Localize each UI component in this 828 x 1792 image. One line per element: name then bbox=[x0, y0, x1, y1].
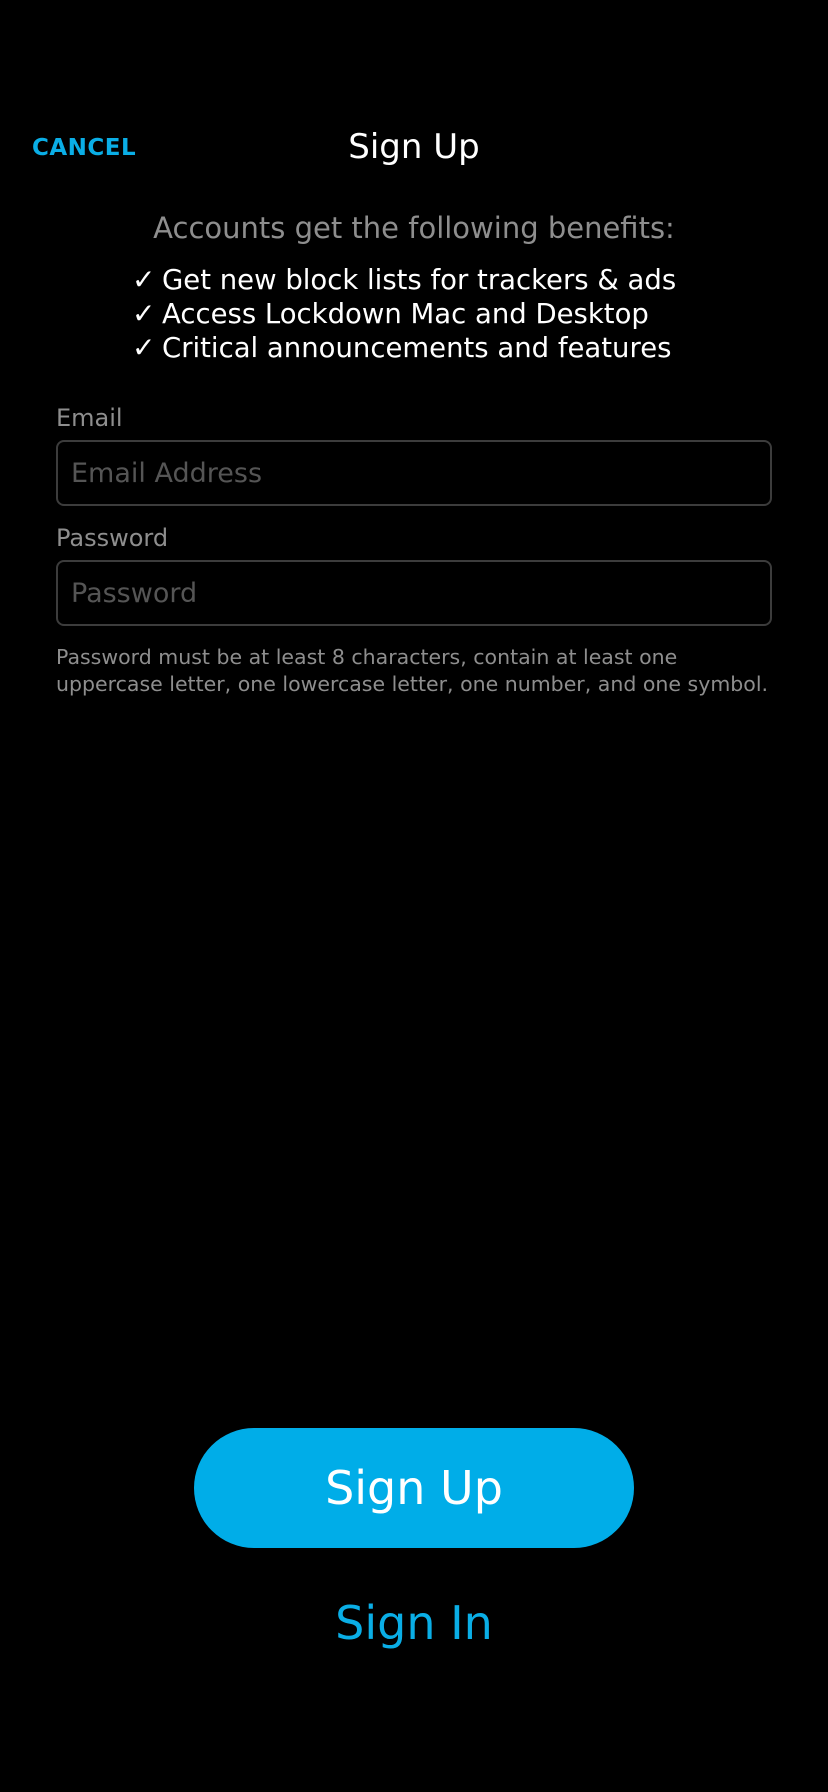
password-field[interactable] bbox=[58, 562, 770, 624]
password-label: Password bbox=[56, 524, 169, 552]
benefit-label: Get new block lists for trackers & ads bbox=[162, 264, 677, 296]
checkmark-icon: ✓ bbox=[132, 297, 156, 330]
password-hint: Password must be at least 8 characters, … bbox=[56, 645, 769, 696]
password-field-box bbox=[56, 560, 772, 626]
email-field[interactable] bbox=[58, 442, 770, 504]
benefits-list: ✓ Get new block lists for trackers & ads… bbox=[132, 263, 676, 365]
benefit-label: Access Lockdown Mac and Desktop bbox=[162, 298, 649, 330]
benefit-item: ✓ Get new block lists for trackers & ads bbox=[132, 263, 676, 297]
sign-in-link[interactable]: Sign In bbox=[0, 1596, 828, 1650]
email-field-box bbox=[56, 440, 772, 506]
benefit-label: Critical announcements and features bbox=[162, 332, 672, 364]
page-title: Sign Up bbox=[348, 127, 480, 167]
nav-bar: CANCEL Sign Up bbox=[0, 120, 828, 180]
sign-up-button[interactable]: Sign Up bbox=[194, 1428, 634, 1548]
benefits-heading: Accounts get the following benefits: bbox=[153, 211, 675, 245]
benefit-item: ✓ Access Lockdown Mac and Desktop bbox=[132, 297, 676, 331]
email-label: Email bbox=[56, 404, 123, 432]
benefit-item: ✓ Critical announcements and features bbox=[132, 331, 676, 365]
checkmark-icon: ✓ bbox=[132, 263, 156, 296]
checkmark-icon: ✓ bbox=[132, 331, 156, 364]
